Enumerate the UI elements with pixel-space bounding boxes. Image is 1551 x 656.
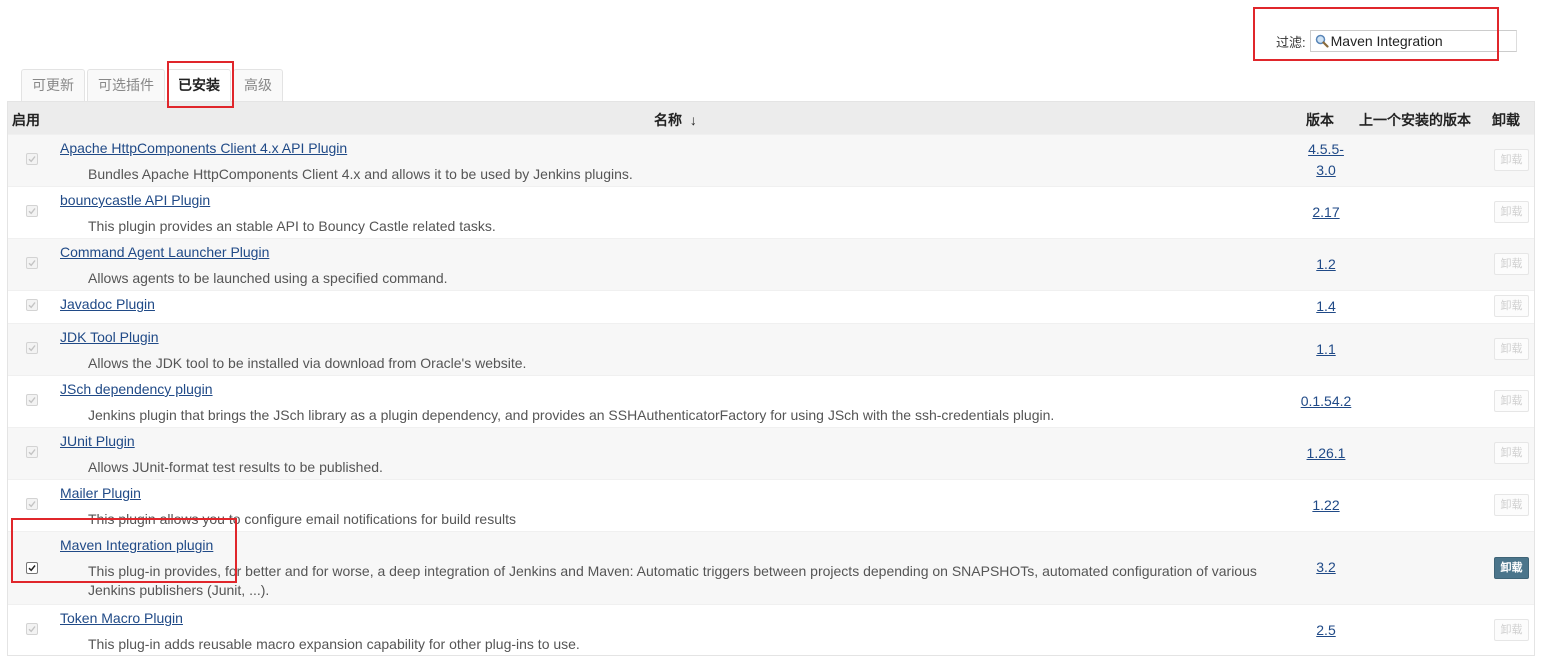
enable-checkbox[interactable] (26, 394, 38, 406)
plugin-description: Bundles Apache HttpComponents Client 4.x… (88, 166, 633, 182)
plugin-description: Allows JUnit-format test results to be p… (88, 459, 383, 475)
version-link[interactable]: 1.26.1 (1281, 443, 1371, 464)
table-row: JUnit Plugin Allows JUnit-format test re… (8, 427, 1534, 479)
plugin-link[interactable]: Apache HttpComponents Client 4.x API Plu… (60, 140, 347, 156)
enable-checkbox[interactable] (26, 153, 38, 165)
version-link[interactable]: 3.2 (1281, 557, 1371, 578)
uninstall-button[interactable]: 卸载 (1494, 619, 1529, 641)
plugin-link[interactable]: bouncycastle API Plugin (60, 192, 210, 208)
header-name-label: 名称 (654, 112, 682, 128)
version-link[interactable]: 1.4 (1281, 296, 1371, 317)
uninstall-button[interactable]: 卸载 (1494, 494, 1529, 516)
table-row: Command Agent Launcher Plugin Allows age… (8, 238, 1534, 290)
tab-bar: 可更新 可选插件 已安装 高级 (21, 69, 285, 101)
table-header: 启用 名称 ↓ 版本 上一个安装的版本 卸载 (8, 102, 1534, 134)
version-link[interactable]: 4.5.5- 3.0 (1281, 139, 1371, 181)
plugin-link[interactable]: Mailer Plugin (60, 485, 141, 501)
plugin-description: This plug-in adds reusable macro expansi… (88, 636, 580, 652)
version-link[interactable]: 1.2 (1281, 254, 1371, 275)
table-row: JSch dependency plugin Jenkins plugin th… (8, 375, 1534, 427)
header-name[interactable]: 名称 ↓ (654, 110, 697, 130)
uninstall-button[interactable]: 卸载 (1494, 253, 1529, 275)
plugin-link[interactable]: Token Macro Plugin (60, 610, 183, 626)
plugin-link[interactable]: JSch dependency plugin (60, 381, 213, 397)
enable-checkbox[interactable] (26, 257, 38, 269)
enable-checkbox[interactable] (26, 342, 38, 354)
plugin-link[interactable]: Command Agent Launcher Plugin (60, 244, 269, 260)
uninstall-button[interactable]: 卸载 (1494, 295, 1529, 317)
sort-arrow-icon: ↓ (689, 112, 697, 128)
table-row: Token Macro Plugin This plug-in adds reu… (8, 604, 1534, 655)
highlight-filter-annotation (1253, 7, 1499, 61)
plugin-description: Jenkins plugin that brings the JSch libr… (88, 407, 1055, 423)
version-link[interactable]: 1.1 (1281, 339, 1371, 360)
enable-checkbox[interactable] (26, 446, 38, 458)
plugin-link[interactable]: Javadoc Plugin (60, 296, 155, 312)
tab-advanced[interactable]: 高级 (233, 69, 283, 101)
plugin-description: This plugin provides an stable API to Bo… (88, 218, 496, 234)
plugin-link[interactable]: JUnit Plugin (60, 433, 135, 449)
version-link[interactable]: 2.5 (1281, 620, 1371, 641)
uninstall-button[interactable]: 卸载 (1494, 149, 1529, 171)
uninstall-button[interactable]: 卸载 (1494, 338, 1529, 360)
plugin-description: This plugin allows you to configure emai… (88, 511, 516, 527)
uninstall-button[interactable]: 卸载 (1494, 442, 1529, 464)
tab-updates[interactable]: 可更新 (21, 69, 85, 101)
plugin-description: Allows the JDK tool to be installed via … (88, 355, 527, 371)
enable-checkbox[interactable] (26, 205, 38, 217)
tab-available[interactable]: 可选插件 (87, 69, 165, 101)
version-link[interactable]: 1.22 (1281, 495, 1371, 516)
enable-checkbox[interactable] (26, 498, 38, 510)
header-uninstall: 卸载 (1492, 112, 1520, 128)
table-row: bouncycastle API Plugin This plugin prov… (8, 186, 1534, 238)
plugin-description: Allows agents to be launched using a spe… (88, 270, 448, 286)
version-part: 3.0 (1316, 162, 1336, 178)
table-row: Apache HttpComponents Client 4.x API Plu… (8, 134, 1534, 186)
uninstall-button[interactable]: 卸载 (1494, 390, 1529, 412)
version-link[interactable]: 2.17 (1281, 202, 1371, 223)
header-version[interactable]: 版本 (1306, 110, 1334, 130)
uninstall-button[interactable]: 卸载 (1494, 201, 1529, 223)
uninstall-button[interactable]: 卸载 (1494, 557, 1529, 579)
version-part: 4.5.5- (1308, 141, 1344, 157)
plugin-description: This plug-in provides, for better and fo… (88, 563, 1257, 598)
header-enabled[interactable]: 启用 (12, 110, 40, 130)
enable-checkbox[interactable] (26, 299, 38, 311)
highlight-tab-annotation (167, 61, 234, 108)
enable-checkbox[interactable] (26, 623, 38, 635)
header-previous-version[interactable]: 上一个安装的版本 (1359, 110, 1471, 130)
table-row: JDK Tool Plugin Allows the JDK tool to b… (8, 323, 1534, 375)
table-row: Javadoc Plugin 1.4 卸载 (8, 290, 1534, 323)
highlight-plugin-annotation (11, 518, 237, 583)
plugin-link[interactable]: JDK Tool Plugin (60, 329, 159, 345)
version-link[interactable]: 0.1.54.2 (1281, 391, 1371, 412)
